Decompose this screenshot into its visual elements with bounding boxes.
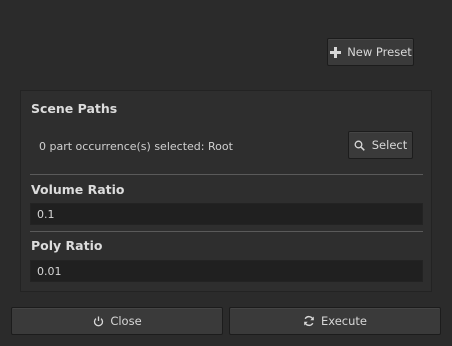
new-preset-button[interactable]: New Preset xyxy=(327,38,414,66)
plus-icon xyxy=(329,46,341,58)
new-preset-label: New Preset xyxy=(347,45,412,59)
selection-status: 0 part occurrence(s) selected: Root xyxy=(39,140,233,153)
select-button[interactable]: Select xyxy=(348,131,413,159)
search-icon xyxy=(354,139,366,151)
scene-paths-title: Scene Paths xyxy=(31,101,118,116)
volume-ratio-input[interactable] xyxy=(30,203,423,225)
select-label: Select xyxy=(371,138,408,152)
execute-label: Execute xyxy=(321,314,367,328)
divider xyxy=(30,174,423,175)
poly-ratio-title: Poly Ratio xyxy=(31,238,103,253)
settings-panel: Scene Paths 0 part occurrence(s) selecte… xyxy=(20,90,432,292)
divider xyxy=(30,231,423,232)
refresh-icon xyxy=(303,315,315,327)
close-button[interactable]: Close xyxy=(11,307,223,335)
execute-button[interactable]: Execute xyxy=(229,307,441,335)
volume-ratio-title: Volume Ratio xyxy=(31,182,125,197)
power-icon xyxy=(92,315,104,327)
poly-ratio-input[interactable] xyxy=(30,260,423,282)
close-label: Close xyxy=(110,314,142,328)
